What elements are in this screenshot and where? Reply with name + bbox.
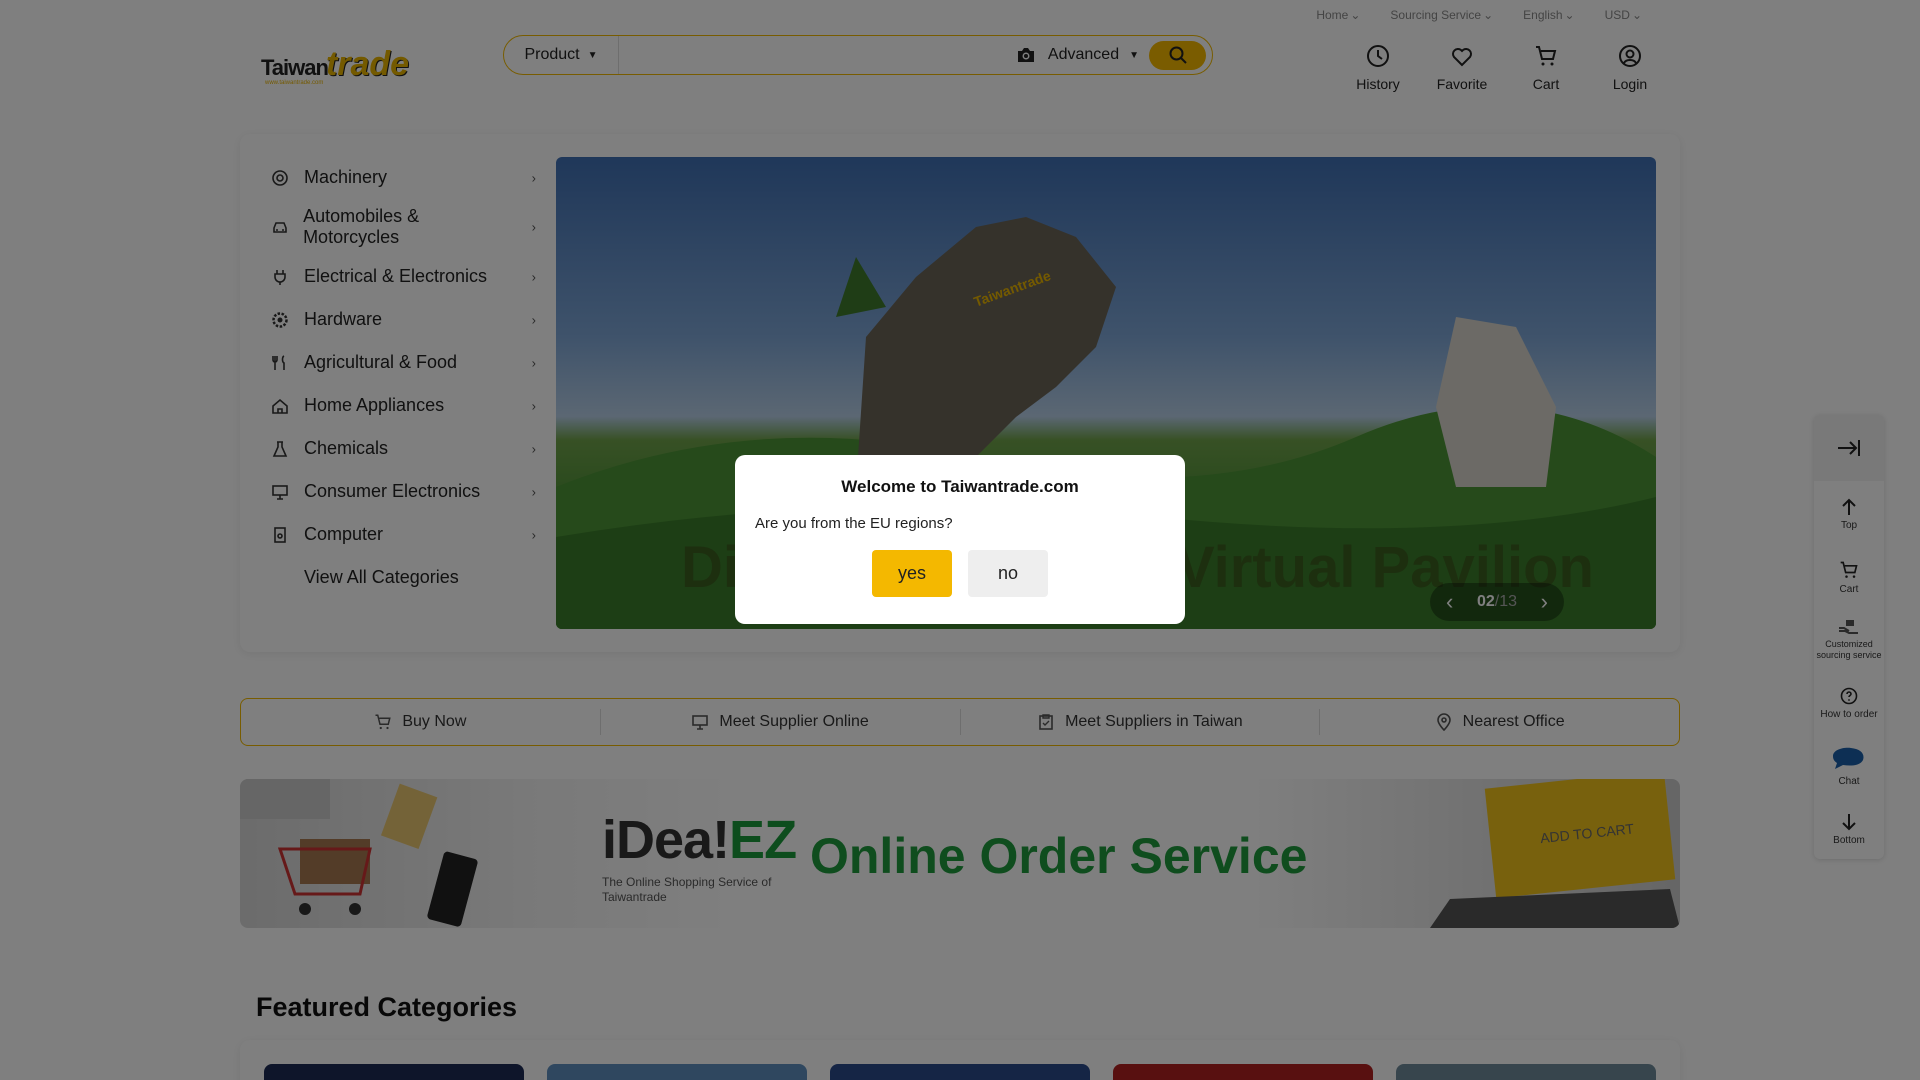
no-button[interactable]: no — [968, 550, 1048, 597]
dialog-question: Are you from the EU regions? — [755, 515, 953, 532]
eu-region-dialog: Welcome to Taiwantrade.com Are you from … — [735, 455, 1185, 624]
yes-button[interactable]: yes — [872, 550, 952, 597]
dialog-title: Welcome to Taiwantrade.com — [841, 477, 1079, 496]
